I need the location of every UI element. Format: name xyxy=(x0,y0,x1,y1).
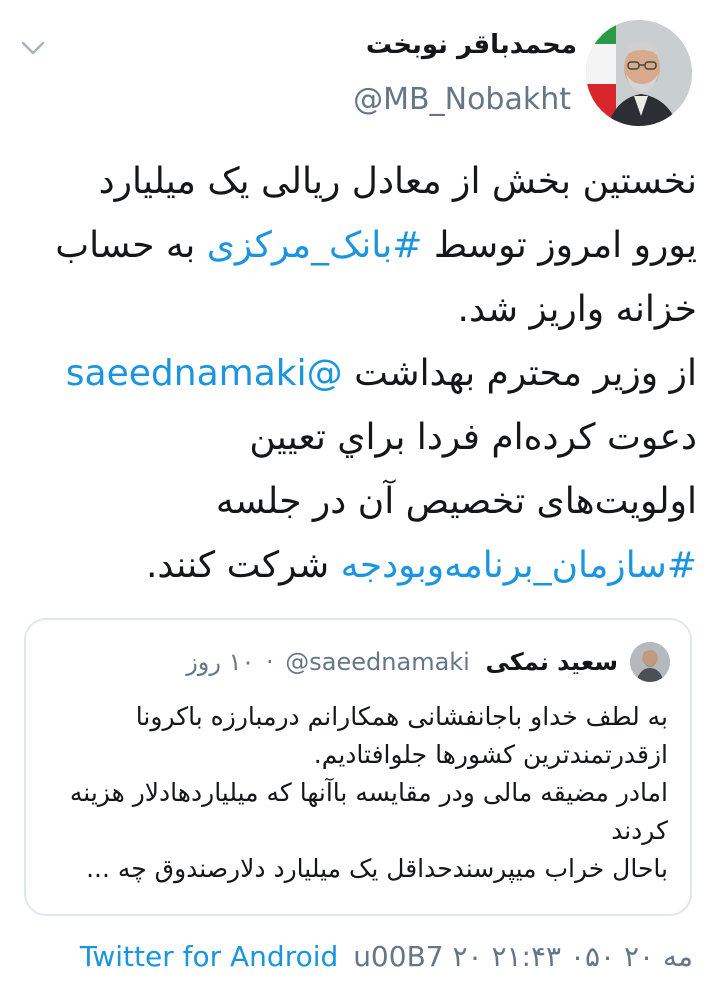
tweet-line: خزانه واریز شد. xyxy=(17,278,697,342)
hashtag-link[interactable]: #سازمان_برنامه‌وبودجه xyxy=(341,545,697,586)
tweet-text-segment: دعوت کرده‌ام فردا براي تعيين xyxy=(249,417,697,458)
tweet-text-segment: به حساب xyxy=(55,225,207,266)
tweet-line: اولویت‌های تخصیص آن در جلسه xyxy=(17,470,697,534)
quoted-time: ۱۰ روز xyxy=(186,648,255,676)
tweet-text-segment: نخستین بخش از معادل ریالی یک میلیارد xyxy=(98,161,697,202)
quoted-author-handle[interactable]: @saeednamaki xyxy=(285,648,470,676)
tweet-line: نخستین بخش از معادل ریالی یک میلیارد xyxy=(17,150,697,214)
quoted-line: باحال خراب میپرسندحداقل یک میلیارد دلارص… xyxy=(86,854,668,883)
tweet-card: محمدباقر نوبخت @MB_Nobakht نخستین بخش از… xyxy=(0,0,717,1000)
author-handle[interactable]: @MB_Nobakht xyxy=(353,82,571,117)
tweet-text: نخستین بخش از معادل ریالی یک میلیارد یورو… xyxy=(17,150,697,598)
author-avatar[interactable] xyxy=(586,20,692,126)
quoted-author-avatar[interactable] xyxy=(630,642,670,682)
chevron-down-icon[interactable] xyxy=(20,38,46,58)
author-name[interactable]: محمدباقر نوبخت xyxy=(366,30,577,60)
quoted-line: ازقدرتمندترین کشورها جلوافتادیم. xyxy=(313,740,668,769)
quoted-line: کردند xyxy=(611,816,668,845)
tweet-line: دعوت کرده‌ام فردا براي تعيين xyxy=(17,406,697,470)
quoted-header: سعید نمکی @saeednamaki · ۱۰ روز xyxy=(186,648,618,676)
quoted-text: به لطف خداو باجانفشانی همکارانم درمبارزه… xyxy=(48,698,668,888)
tweet-source-link[interactable]: Twitter for Android xyxy=(80,940,338,973)
quoted-line: به لطف خداو باجانفشانی همکارانم درمبارزه… xyxy=(135,702,668,731)
tweet-line: #سازمان_برنامه‌وبودجه شرکت کنند. xyxy=(17,534,697,598)
tweet-text-segment: اولویت‌های تخصیص آن در جلسه xyxy=(215,481,697,522)
separator-dot: · xyxy=(266,648,274,676)
tweet-timestamp: u00B7 ۲۰ مه ۲۰ ۰۵۰ ۲۱:۴۳ xyxy=(353,940,693,973)
quoted-line: امادر مضیقه مالی ودر مقایسه باآنها که می… xyxy=(69,778,668,807)
tweet-line: یورو امروز توسط #بانک_مرکزی به حساب xyxy=(17,214,697,278)
tweet-text-segment: یورو امروز توسط xyxy=(422,225,697,266)
tweet-text-segment: خزانه واریز شد. xyxy=(457,289,697,330)
hashtag-link[interactable]: #بانک_مرکزی xyxy=(207,225,423,266)
mention-link[interactable]: @saeednamaki xyxy=(66,353,343,394)
quoted-tweet[interactable]: سعید نمکی @saeednamaki · ۱۰ روز به لطف خ… xyxy=(24,618,692,916)
tweet-line: از وزیر محترم بهداشت @saeednamaki xyxy=(17,342,697,406)
tweet-footer: Twitter for Android u00B7 ۲۰ مه ۲۰ ۰۵۰ ۲… xyxy=(80,940,693,973)
quoted-author-name[interactable]: سعید نمکی xyxy=(485,648,618,676)
tweet-text-segment: شرکت کنند. xyxy=(145,545,341,586)
tweet-text-segment: از وزیر محترم بهداشت xyxy=(342,353,697,394)
